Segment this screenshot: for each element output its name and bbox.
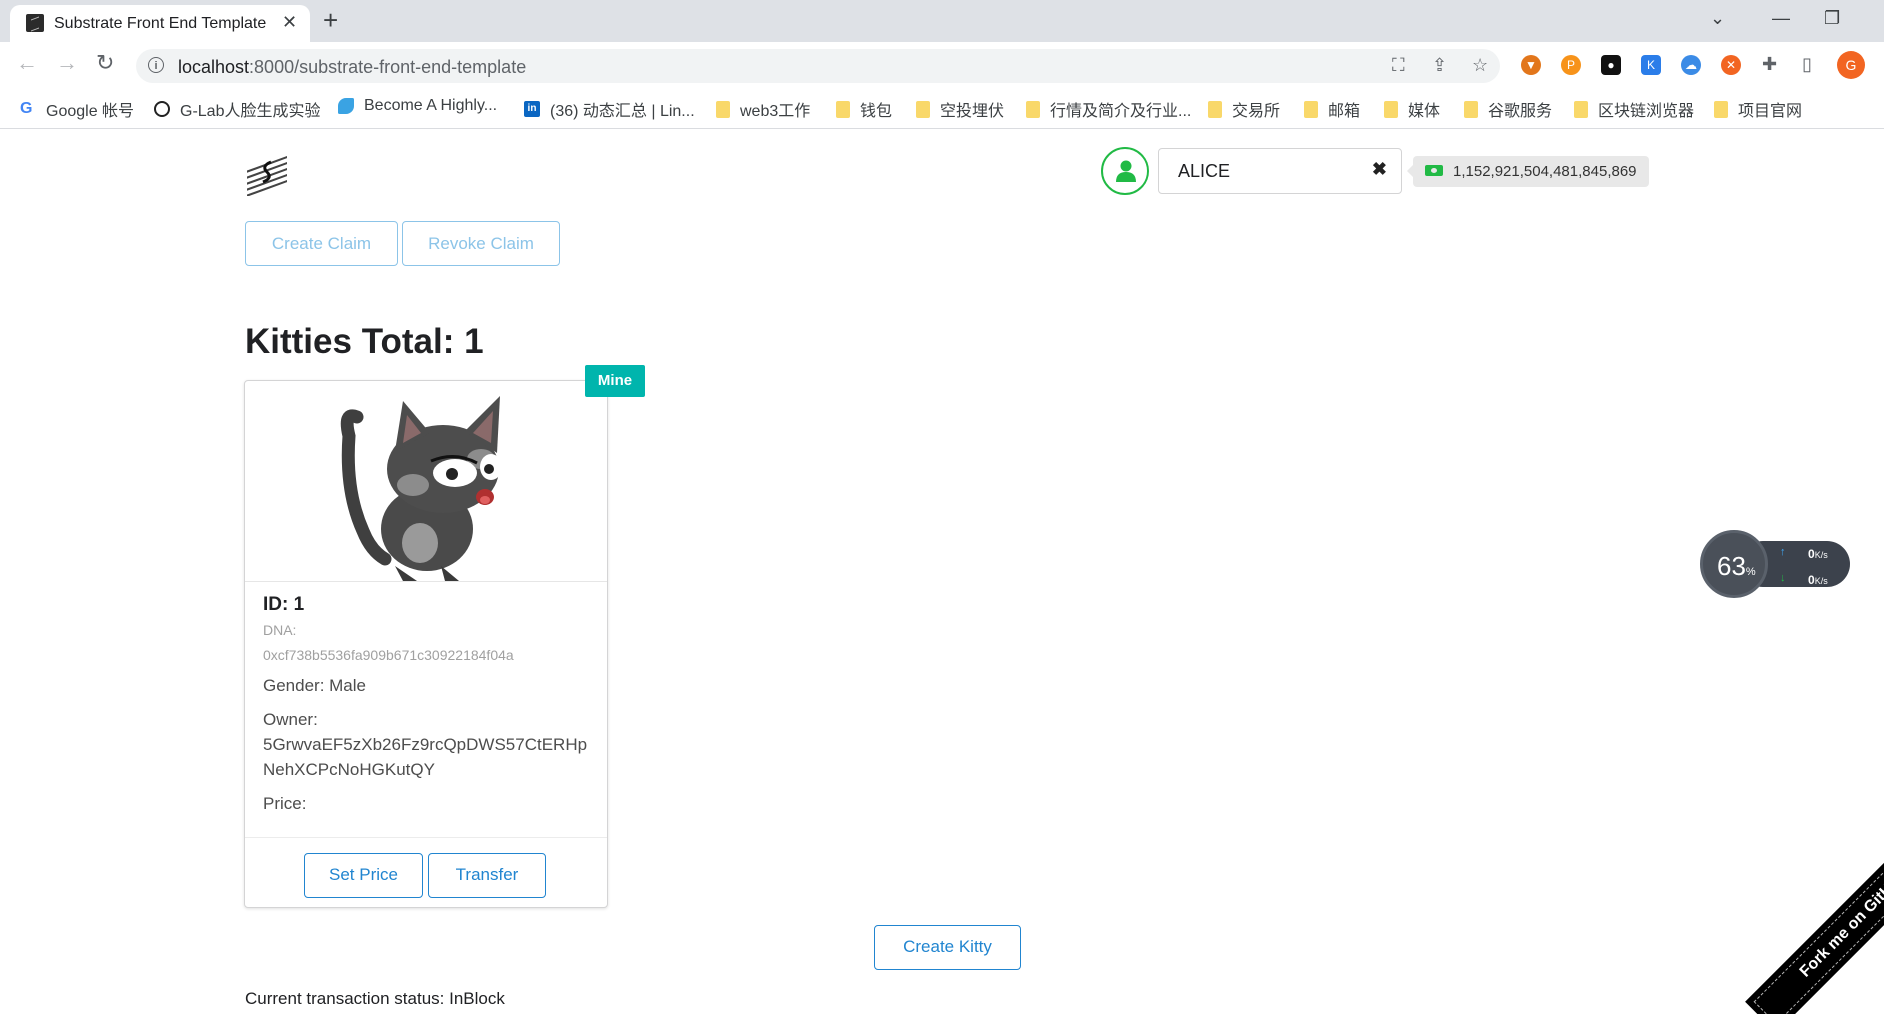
tab-search-icon[interactable]: ⌄ xyxy=(1710,8,1725,29)
share-icon[interactable]: ⇪ xyxy=(1432,55,1447,76)
folder-icon xyxy=(836,100,850,118)
create-kitty-button[interactable]: Create Kitty xyxy=(874,925,1021,970)
bookmark-folder[interactable]: 行情及简介及行业... xyxy=(1026,97,1191,121)
kitty-gender: Gender: Male xyxy=(263,676,366,695)
download-arrow-icon: ↓ xyxy=(1780,572,1786,584)
address-bar[interactable]: i localhost:8000/substrate-front-end-tem… xyxy=(136,49,1500,83)
bookmark-folder[interactable]: 空投埋伏 xyxy=(916,97,1004,121)
balance-label: 1,152,921,504,481,845,869 xyxy=(1407,156,1649,187)
folder-icon xyxy=(1304,100,1318,118)
butterfly-icon xyxy=(338,98,354,114)
extension-dark-icon[interactable]: ● xyxy=(1601,55,1621,75)
folder-icon xyxy=(716,100,730,118)
card-divider xyxy=(245,837,607,838)
set-price-button[interactable]: Set Price xyxy=(304,853,423,898)
fork-me-ribbon[interactable]: Fork me on GitHub xyxy=(1747,834,1884,1014)
kitty-image xyxy=(245,381,607,582)
app-page: ALICE ✖ 1,152,921,504,481,845,869 Create… xyxy=(0,129,1884,1014)
upload-arrow-icon: ↑ xyxy=(1780,546,1786,558)
close-tab-icon[interactable]: ✕ xyxy=(282,12,297,33)
folder-icon xyxy=(1464,100,1478,118)
profile-avatar-icon[interactable]: G xyxy=(1837,51,1865,79)
restore-icon[interactable]: ❐ xyxy=(1824,8,1840,29)
bookmark-star-icon[interactable]: ☆ xyxy=(1472,55,1488,76)
bookmark-folder[interactable]: 邮箱 xyxy=(1304,97,1360,121)
bookmark-folder[interactable]: 交易所 xyxy=(1208,97,1280,121)
kitty-price: Price: xyxy=(263,794,307,813)
create-claim-button[interactable]: Create Claim xyxy=(245,221,398,266)
download-speed: 0K/s xyxy=(1808,573,1828,587)
forward-icon[interactable]: → xyxy=(56,50,78,76)
minimize-icon[interactable]: — xyxy=(1772,8,1790,29)
account-selector[interactable]: ALICE ✖ xyxy=(1158,148,1402,194)
substrate-logo-icon xyxy=(247,155,287,196)
tab-strip: Substrate Front End Template ✕ + ⌄ — ❐ xyxy=(0,0,1884,42)
owner-label: Owner: xyxy=(263,710,318,729)
extension-orange-icon[interactable]: ✕ xyxy=(1721,55,1741,75)
clear-account-icon[interactable]: ✖ xyxy=(1372,159,1387,180)
google-icon: G xyxy=(20,100,33,117)
folder-icon xyxy=(1384,100,1398,118)
linkedin-icon: in xyxy=(524,101,540,117)
bookmark-folder[interactable]: 谷歌服务 xyxy=(1464,97,1552,121)
cat-icon xyxy=(340,396,502,581)
reload-icon[interactable]: ↻ xyxy=(96,50,114,76)
side-panel-icon[interactable]: ▯ xyxy=(1802,54,1812,75)
kitties-total-heading: Kitties Total: 1 xyxy=(245,322,484,361)
browser-toolbar: ← → ↻ i localhost:8000/substrate-front-e… xyxy=(0,42,1884,88)
cloud-icon[interactable]: ☁ xyxy=(1681,55,1701,75)
bookmark-folder[interactable]: 媒体 xyxy=(1384,97,1440,121)
mine-badge: Mine xyxy=(585,365,645,397)
upload-speed: 0K/s xyxy=(1808,547,1828,561)
account-name: ALICE xyxy=(1178,161,1231,181)
bookmark-folder[interactable]: 钱包 xyxy=(836,97,892,121)
back-icon[interactable]: ← xyxy=(16,50,38,76)
kitty-card: ID: 1 DNA: 0xcf738b5536fa909b671c3092218… xyxy=(244,380,608,908)
network-speed-widget[interactable]: 63% ↑ ↓ 0K/s 0K/s xyxy=(1700,530,1850,598)
bookmarks-bar: G Google 帐号 G-Lab人脸生成实验 Become A Highly.… xyxy=(0,88,1884,129)
extensions-puzzle-icon[interactable]: ✚ xyxy=(1762,54,1777,75)
new-tab-icon[interactable]: + xyxy=(323,6,338,34)
folder-icon xyxy=(916,100,930,118)
github-ribbon-container: Fork me on GitHub xyxy=(1704,834,1884,1014)
bookmark-folder[interactable]: web3工作 xyxy=(716,97,810,121)
user-icon xyxy=(1116,160,1136,182)
transaction-status: Current transaction status: InBlock xyxy=(245,989,505,1008)
account-avatar[interactable] xyxy=(1101,147,1149,195)
transfer-button[interactable]: Transfer xyxy=(428,853,546,898)
kitty-id: ID: 1 xyxy=(263,594,305,615)
browser-tab[interactable]: Substrate Front End Template ✕ xyxy=(10,5,310,42)
dna-value: 0xcf738b5536fa909b671c30922184f04a xyxy=(263,647,514,663)
extension-p-icon[interactable]: P xyxy=(1561,55,1581,75)
folder-icon xyxy=(1714,100,1728,118)
tab-title: Substrate Front End Template xyxy=(54,15,267,32)
bookmark-item[interactable]: G-Lab人脸生成实验 xyxy=(154,97,320,121)
bookmark-item[interactable]: in (36) 动态汇总 | Lin... xyxy=(524,97,695,121)
translate-icon[interactable]: ⛶ xyxy=(1392,55,1405,76)
bookmark-item[interactable]: G Google 帐号 xyxy=(20,97,134,121)
folder-icon xyxy=(1026,100,1040,118)
glab-icon xyxy=(154,101,170,117)
dna-label: DNA: xyxy=(263,622,297,638)
substrate-favicon-icon xyxy=(26,14,44,32)
url-text: localhost:8000/substrate-front-end-templ… xyxy=(178,57,527,77)
balance-value: 1,152,921,504,481,845,869 xyxy=(1453,163,1637,180)
folder-icon xyxy=(1208,100,1222,118)
folder-icon xyxy=(1574,100,1588,118)
owner-address: 5GrwvaEF5zXb26Fz9rcQpDWS57CtERHpNehXCPcN… xyxy=(263,735,588,779)
metamask-icon[interactable]: ▼ xyxy=(1521,55,1541,75)
site-info-icon[interactable]: i xyxy=(148,57,164,73)
bookmark-folder[interactable]: 项目官网 xyxy=(1714,97,1802,121)
revoke-claim-button[interactable]: Revoke Claim xyxy=(402,221,560,266)
cpu-gauge: 63% xyxy=(1700,530,1768,598)
bookmark-folder[interactable]: 区块链浏览器 xyxy=(1574,97,1694,121)
extension-k-icon[interactable]: K xyxy=(1641,55,1661,75)
bookmark-item[interactable]: Become A Highly... xyxy=(338,97,497,115)
cpu-percent: 63% xyxy=(1717,551,1756,581)
money-icon xyxy=(1425,164,1443,176)
